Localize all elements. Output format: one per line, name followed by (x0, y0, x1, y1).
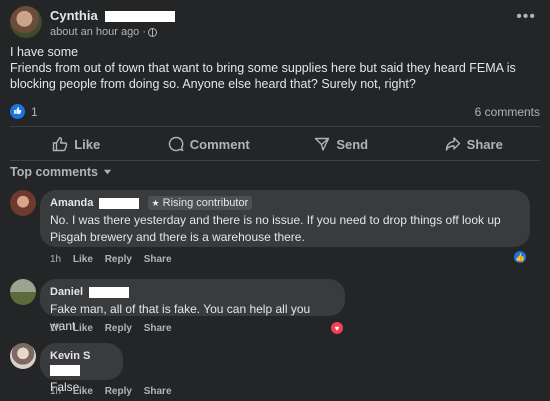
comment-bubble: Amanda ★ Rising contributor No. I was th… (40, 190, 530, 247)
share-button[interactable]: Share (408, 130, 541, 158)
comment-count[interactable]: 6 comments (475, 105, 540, 119)
comment-icon (168, 136, 184, 152)
divider (10, 126, 540, 127)
reaction-count[interactable]: 1 (31, 105, 38, 119)
like-reaction-icon[interactable]: 👍 (513, 250, 527, 264)
globe-icon (148, 27, 158, 37)
share-icon (445, 137, 460, 151)
heart-reaction-icon[interactable]: ♥ (330, 321, 344, 335)
redacted-surname (99, 197, 140, 209)
thumbs-up-icon (53, 136, 68, 152)
comment-reply-button[interactable]: Reply (105, 254, 132, 265)
divider (10, 160, 540, 161)
send-button[interactable]: Send (275, 130, 408, 158)
comment-time[interactable]: 1h (50, 254, 61, 265)
post-meta: about an hour ago · (50, 26, 158, 38)
chevron-down-icon (104, 169, 112, 175)
comment-like-button[interactable]: Like (73, 386, 93, 397)
comment-share-button[interactable]: Share (144, 254, 172, 265)
send-icon (315, 137, 330, 151)
commenter-name[interactable]: Kevin S (50, 350, 90, 362)
like-reaction-icon[interactable] (10, 104, 25, 119)
comment-like-button[interactable]: Like (73, 254, 93, 265)
comment-actions: 1h Like Reply Share (50, 323, 181, 334)
author-name[interactable]: Cynthia (50, 8, 98, 23)
comment-button[interactable]: Comment (143, 130, 276, 158)
comment-reply-button[interactable]: Reply (105, 323, 132, 334)
comment-bubble: Daniel Fake man, all of that is fake. Yo… (40, 279, 345, 333)
comment-time[interactable]: 1h (50, 386, 61, 397)
commenter-name[interactable]: Daniel (50, 286, 83, 298)
author-avatar[interactable] (10, 6, 42, 38)
post-header: Cynthia about an hour ago · ••• (10, 6, 540, 42)
post-time[interactable]: about an hour ago (50, 26, 139, 38)
commenter-avatar[interactable] (10, 190, 36, 216)
redacted-surname (89, 286, 130, 298)
more-options-icon[interactable]: ••• (516, 8, 536, 26)
rising-contributor-badge[interactable]: ★ Rising contributor (147, 196, 253, 210)
comment-share-button[interactable]: Share (144, 323, 172, 334)
redacted-surname (50, 364, 80, 376)
reactions-summary: 1 6 comments (10, 103, 540, 121)
star-icon: ★ (151, 198, 160, 208)
commenter-avatar[interactable] (10, 279, 36, 305)
comment-reply-button[interactable]: Reply (105, 386, 132, 397)
author-name-row[interactable]: Cynthia (50, 8, 176, 23)
comment-share-button[interactable]: Share (144, 386, 172, 397)
comment-time[interactable]: 1h (50, 323, 61, 334)
comment-like-button[interactable]: Like (73, 323, 93, 334)
post-action-bar: Like Comment Send Share (10, 130, 540, 158)
comment-sort-dropdown[interactable]: Top comments (10, 165, 112, 179)
post-text: I have some Friends from out of town tha… (10, 45, 516, 91)
redacted-surname (105, 11, 176, 23)
like-button[interactable]: Like (10, 130, 143, 158)
comment-text: No. I was there yesterday and there is n… (50, 213, 501, 244)
comment-actions: 1h Like Reply Share (50, 386, 181, 397)
comment-bubble: Kevin S False (40, 343, 123, 394)
commenter-avatar[interactable] (10, 343, 36, 369)
comment-actions: 1h Like Reply Share (50, 254, 181, 265)
commenter-name[interactable]: Amanda (50, 197, 93, 209)
